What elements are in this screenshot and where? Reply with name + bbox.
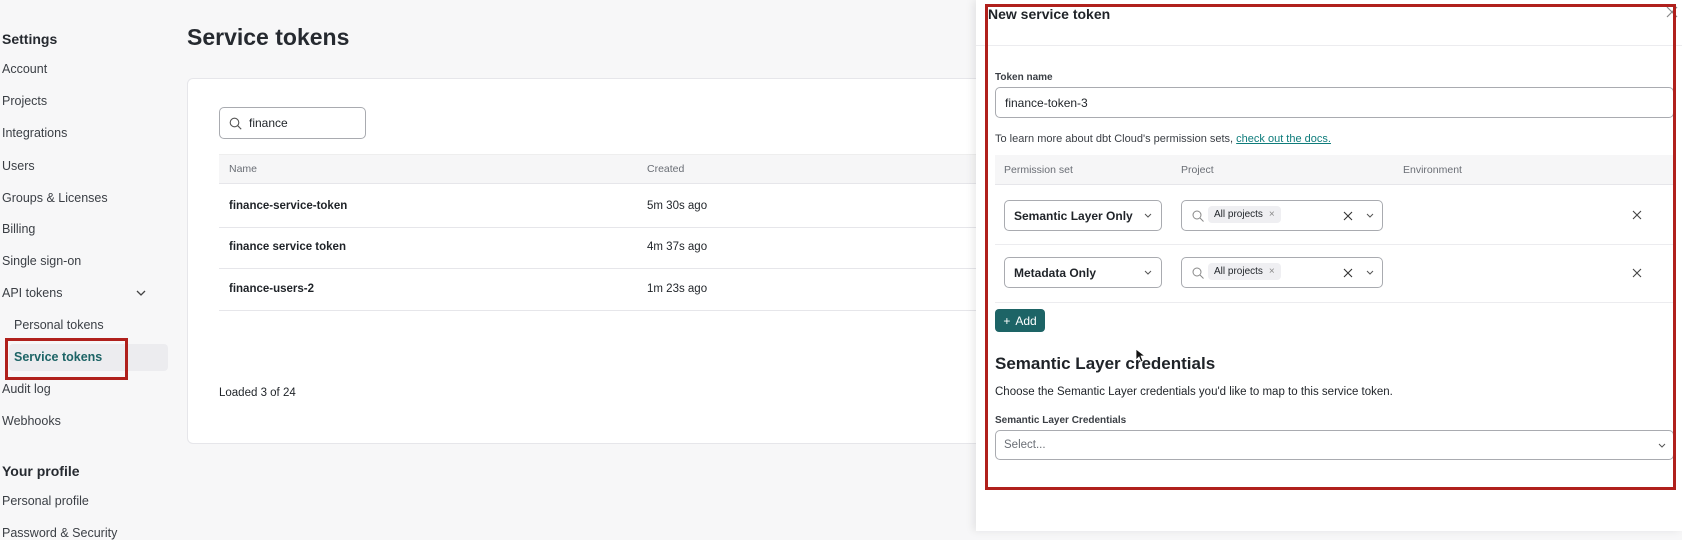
cursor-icon <box>1135 348 1145 363</box>
sidebar-item-personal-profile[interactable]: Personal profile <box>2 494 89 508</box>
sidebar-item-billing[interactable]: Billing <box>2 222 35 236</box>
sidebar-item-integrations[interactable]: Integrations <box>2 126 67 140</box>
highlight-box <box>985 4 1676 490</box>
search-value: finance <box>249 116 288 130</box>
sidebar-item-password-security[interactable]: Password & Security <box>2 526 117 540</box>
token-name[interactable]: finance service token <box>229 241 346 253</box>
column-name[interactable]: Name <box>229 163 257 175</box>
page-title: Service tokens <box>187 24 350 50</box>
chevron-down-icon[interactable] <box>135 288 147 298</box>
sidebar-item-sso[interactable]: Single sign-on <box>2 254 81 268</box>
loaded-count: Loaded 3 of 24 <box>219 387 296 399</box>
divider <box>219 227 979 228</box>
sidebar-item-users[interactable]: Users <box>2 159 35 173</box>
token-created: 1m 23s ago <box>647 283 708 295</box>
sidebar-item-account[interactable]: Account <box>2 62 47 76</box>
token-created: 4m 37s ago <box>647 241 708 253</box>
column-created[interactable]: Created <box>647 163 684 175</box>
sidebar-item-personal-tokens[interactable]: Personal tokens <box>14 318 104 332</box>
sidebar-item-api-tokens[interactable]: API tokens <box>2 286 62 300</box>
token-created: 5m 30s ago <box>647 200 708 212</box>
profile-heading: Your profile <box>2 463 80 479</box>
settings-heading: Settings <box>2 31 58 47</box>
token-name[interactable]: finance-users-2 <box>229 283 314 295</box>
sidebar-item-groups[interactable]: Groups & Licenses <box>2 191 108 205</box>
search-icon <box>229 117 242 130</box>
sidebar-item-audit-log[interactable]: Audit log <box>2 382 51 396</box>
sidebar-item-projects[interactable]: Projects <box>2 94 47 108</box>
search-input[interactable]: finance <box>219 107 366 139</box>
highlight-box <box>5 338 128 380</box>
table-header <box>219 154 979 184</box>
divider <box>219 310 979 311</box>
sidebar-item-webhooks[interactable]: Webhooks <box>2 414 61 428</box>
divider <box>219 268 979 269</box>
token-name[interactable]: finance-service-token <box>229 200 347 212</box>
